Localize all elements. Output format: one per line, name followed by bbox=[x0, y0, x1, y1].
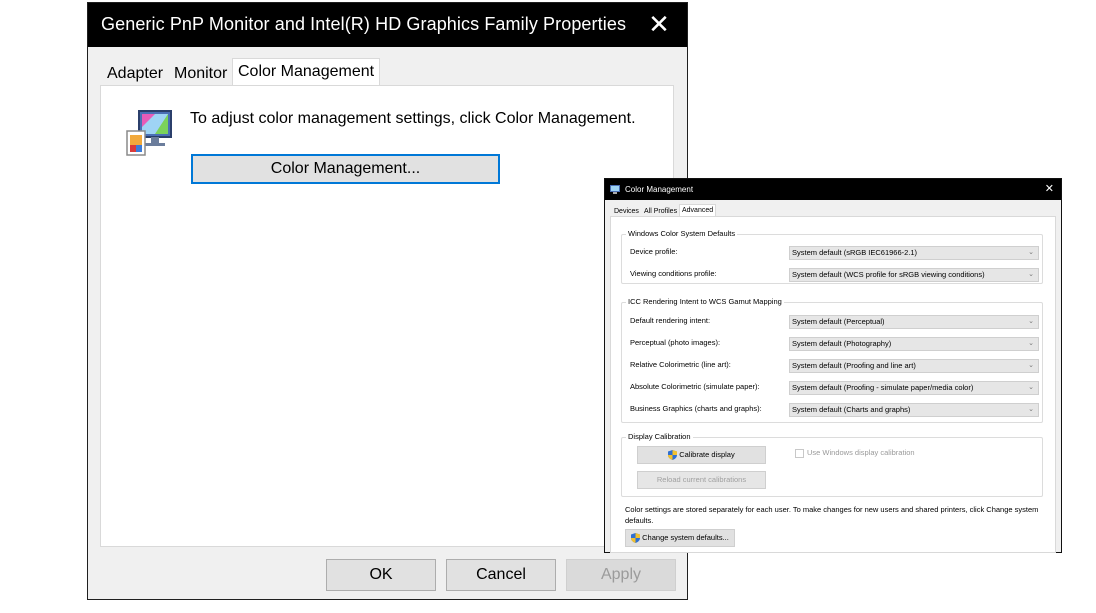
viewing-conditions-label: Viewing conditions profile: bbox=[630, 269, 717, 278]
perceptual-label: Perceptual (photo images): bbox=[630, 338, 721, 347]
tab-monitor[interactable]: Monitor bbox=[169, 61, 232, 87]
calibrate-display-label: Calibrate display bbox=[679, 450, 735, 459]
monitor-color-icon bbox=[126, 110, 172, 156]
close-icon[interactable]: ✕ bbox=[641, 7, 677, 43]
change-system-defaults-button[interactable]: Change system defaults... bbox=[625, 529, 735, 547]
color-management-button[interactable]: Color Management... bbox=[191, 154, 500, 184]
cm-title-bar: Color Management ✕ bbox=[605, 179, 1061, 200]
perceptual-dropdown[interactable]: System default (Photography) ⌄ bbox=[789, 337, 1039, 351]
device-profile-value: System default (sRGB IEC61966-2.1) bbox=[792, 248, 918, 257]
business-graphics-dropdown[interactable]: System default (Charts and graphs) ⌄ bbox=[789, 403, 1039, 417]
icc-group-title: ICC Rendering Intent to WCS Gamut Mappin… bbox=[626, 297, 784, 307]
relative-colorimetric-dropdown[interactable]: System default (Proofing and line art) ⌄ bbox=[789, 359, 1039, 373]
absolute-colorimetric-dropdown[interactable]: System default (Proofing - simulate pape… bbox=[789, 381, 1039, 395]
chevron-down-icon: ⌄ bbox=[1028, 271, 1034, 278]
monitor-properties-dialog: Generic PnP Monitor and Intel(R) HD Grap… bbox=[87, 2, 688, 600]
chevron-down-icon: ⌄ bbox=[1028, 340, 1034, 347]
chevron-down-icon: ⌄ bbox=[1028, 362, 1034, 369]
viewing-conditions-dropdown[interactable]: System default (WCS profile for sRGB vie… bbox=[789, 268, 1039, 282]
color-management-dialog: Color Management ✕ Devices All Profiles … bbox=[604, 178, 1062, 553]
absolute-colorimetric-value: System default (Proofing - simulate pape… bbox=[792, 383, 974, 392]
close-icon[interactable]: ✕ bbox=[1045, 183, 1054, 195]
shield-icon bbox=[631, 533, 641, 544]
default-intent-label: Default rendering intent: bbox=[630, 316, 711, 325]
wcs-group-title: Windows Color System Defaults bbox=[626, 229, 738, 239]
chevron-down-icon: ⌄ bbox=[1028, 384, 1034, 391]
cancel-button[interactable]: Cancel bbox=[446, 559, 556, 591]
default-intent-dropdown[interactable]: System default (Perceptual) ⌄ bbox=[789, 315, 1039, 329]
reload-calibrations-button[interactable]: Reload current calibrations bbox=[637, 471, 766, 489]
use-windows-calibration-label: Use Windows display calibration bbox=[807, 448, 915, 457]
cm-dialog-title: Color Management bbox=[625, 185, 694, 194]
system-defaults-note: Color settings are stored separately for… bbox=[625, 505, 1039, 525]
shield-icon bbox=[668, 450, 678, 461]
relative-colorimetric-label: Relative Colorimetric (line art): bbox=[630, 360, 731, 369]
calibrate-display-button[interactable]: Calibrate display bbox=[637, 446, 766, 464]
device-profile-label: Device profile: bbox=[630, 247, 678, 256]
change-system-defaults-label: Change system defaults... bbox=[642, 533, 729, 542]
default-intent-value: System default (Perceptual) bbox=[792, 317, 885, 326]
relative-colorimetric-value: System default (Proofing and line art) bbox=[792, 361, 916, 370]
device-profile-dropdown[interactable]: System default (sRGB IEC61966-2.1) ⌄ bbox=[789, 246, 1039, 260]
tab-color-management[interactable]: Color Management bbox=[232, 58, 381, 87]
ok-button[interactable]: OK bbox=[326, 559, 436, 591]
business-graphics-value: System default (Charts and graphs) bbox=[792, 405, 911, 414]
color-management-icon bbox=[610, 185, 620, 194]
calibration-group-title: Display Calibration bbox=[626, 432, 693, 442]
use-windows-calibration-checkbox[interactable] bbox=[795, 449, 804, 458]
absolute-colorimetric-label: Absolute Colorimetric (simulate paper): bbox=[630, 382, 760, 391]
chevron-down-icon: ⌄ bbox=[1028, 249, 1034, 256]
perceptual-value: System default (Photography) bbox=[792, 339, 892, 348]
business-graphics-label: Business Graphics (charts and graphs): bbox=[630, 404, 762, 413]
tab-adapter[interactable]: Adapter bbox=[102, 61, 168, 87]
chevron-down-icon: ⌄ bbox=[1028, 318, 1034, 325]
viewing-conditions-value: System default (WCS profile for sRGB vie… bbox=[792, 270, 985, 279]
instruction-text: To adjust color management settings, cli… bbox=[190, 110, 636, 127]
apply-button[interactable]: Apply bbox=[566, 559, 676, 591]
dialog-title: Generic PnP Monitor and Intel(R) HD Grap… bbox=[101, 14, 627, 34]
title-bar: Generic PnP Monitor and Intel(R) HD Grap… bbox=[88, 3, 687, 47]
chevron-down-icon: ⌄ bbox=[1028, 406, 1034, 413]
